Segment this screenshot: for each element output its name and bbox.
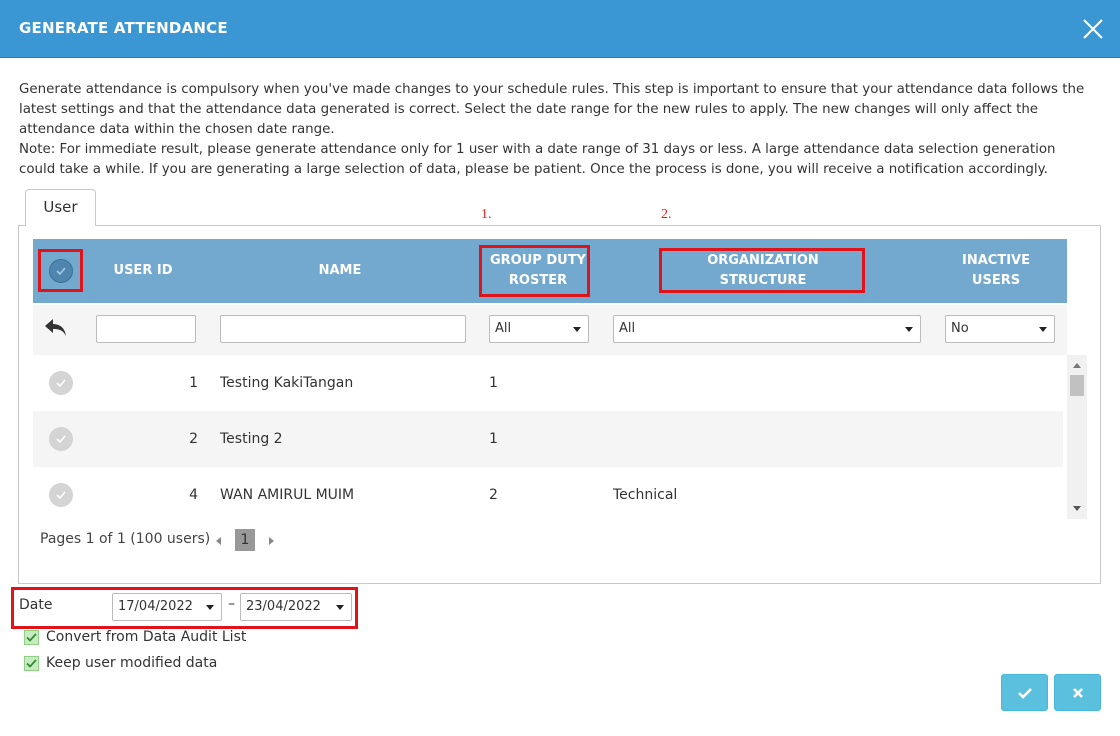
pager-summary: Pages 1 of 1 (100 users) bbox=[40, 531, 211, 547]
scroll-up-icon[interactable] bbox=[1072, 361, 1082, 369]
cell-group-duty-roster: 1 bbox=[489, 375, 498, 391]
cell-user-id: 2 bbox=[189, 431, 198, 447]
cell-user-id: 1 bbox=[189, 375, 198, 391]
cell-user-id: 4 bbox=[189, 487, 198, 503]
confirm-button[interactable] bbox=[1001, 674, 1048, 711]
row-checkbox[interactable] bbox=[49, 483, 73, 507]
chevron-down-icon bbox=[905, 327, 913, 332]
highlight-organization-structure bbox=[659, 248, 865, 293]
cell-name: WAN AMIRUL MUIM bbox=[220, 487, 355, 503]
intro-line: latest settings and that the attendance … bbox=[19, 102, 1039, 117]
inactive-users-filter-select[interactable]: No bbox=[945, 315, 1055, 343]
reset-filter-icon[interactable] bbox=[43, 317, 69, 343]
header-line: USERS bbox=[971, 273, 1021, 288]
convert-from-data-audit-option[interactable]: Convert from Data Audit List bbox=[24, 628, 246, 646]
select-value: No bbox=[951, 321, 969, 336]
dialog-title: GENERATE ATTENDANCE bbox=[19, 19, 228, 37]
cell-group-duty-roster: 2 bbox=[489, 487, 498, 503]
scroll-down-icon[interactable] bbox=[1072, 505, 1082, 513]
cell-organization-structure: Technical bbox=[613, 487, 678, 503]
check-icon bbox=[1017, 687, 1032, 699]
cell-group-duty-roster: 1 bbox=[489, 431, 498, 447]
chevron-down-icon bbox=[573, 327, 581, 332]
highlight-group-duty-roster bbox=[479, 245, 590, 297]
name-filter-input[interactable] bbox=[220, 315, 466, 343]
user-id-filter-input[interactable] bbox=[96, 315, 196, 343]
scroll-thumb[interactable] bbox=[1070, 375, 1084, 396]
organization-structure-filter-select[interactable]: All bbox=[613, 315, 921, 343]
convert-label: Convert from Data Audit List bbox=[46, 629, 247, 645]
column-header-inactive-users[interactable]: INACTIVE USERS bbox=[948, 239, 1044, 303]
header-line: INACTIVE bbox=[962, 253, 1030, 268]
keep-user-modified-option[interactable]: Keep user modified data bbox=[24, 654, 217, 672]
page-number-button[interactable]: 1 bbox=[235, 529, 255, 551]
highlight-date-range bbox=[11, 587, 358, 629]
cell-name: Testing 2 bbox=[220, 431, 283, 447]
select-value: All bbox=[619, 321, 636, 336]
intro-line: Generate attendance is compulsory when y… bbox=[19, 82, 1085, 97]
intro-line: attendance data within the chosen date r… bbox=[19, 122, 335, 137]
generate-attendance-dialog: GENERATE ATTENDANCE Generate attendance … bbox=[0, 0, 1120, 736]
annotation-marker-2: 2. bbox=[661, 207, 672, 222]
row-checkbox[interactable] bbox=[49, 427, 73, 451]
prev-page-icon[interactable] bbox=[216, 537, 222, 545]
next-page-icon[interactable] bbox=[269, 537, 275, 545]
keep-checkbox[interactable] bbox=[24, 655, 39, 671]
group-duty-roster-filter-select[interactable]: All bbox=[489, 315, 589, 343]
highlight-select-all bbox=[38, 249, 83, 292]
intro-text: Generate attendance is compulsory when y… bbox=[19, 80, 1104, 180]
convert-checkbox[interactable] bbox=[24, 629, 39, 645]
select-value: All bbox=[495, 321, 512, 336]
table-row[interactable]: 2 Testing 2 1 bbox=[33, 411, 1063, 467]
tab-user[interactable]: User bbox=[25, 189, 96, 226]
close-icon bbox=[1072, 687, 1083, 698]
annotation-marker-1: 1. bbox=[481, 207, 492, 222]
dialog-titlebar: GENERATE ATTENDANCE bbox=[0, 0, 1120, 58]
column-header-name[interactable]: NAME bbox=[220, 239, 460, 303]
table-scrollbar[interactable] bbox=[1067, 355, 1087, 519]
note-line: could take a while. If you are generatin… bbox=[19, 162, 1048, 177]
chevron-down-icon bbox=[1039, 327, 1047, 332]
keep-label: Keep user modified data bbox=[46, 655, 218, 671]
cancel-button[interactable] bbox=[1054, 674, 1101, 711]
table-row[interactable]: 1 Testing KakiTangan 1 bbox=[33, 355, 1063, 411]
row-checkbox[interactable] bbox=[49, 371, 73, 395]
table-row[interactable]: 4 WAN AMIRUL MUIM 2 Technical bbox=[33, 467, 1063, 519]
close-icon[interactable] bbox=[1082, 18, 1104, 40]
column-header-user-id[interactable]: USER ID bbox=[93, 239, 193, 303]
cell-name: Testing KakiTangan bbox=[220, 375, 354, 391]
note-line: Note: For immediate result, please gener… bbox=[19, 142, 1056, 157]
